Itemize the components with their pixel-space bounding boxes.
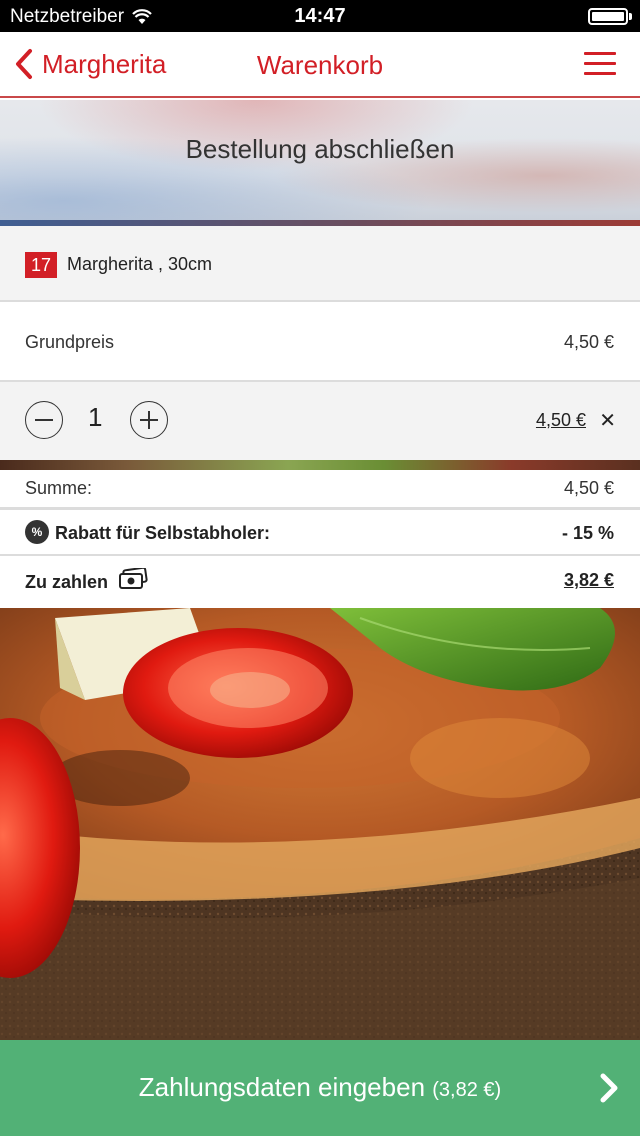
navigation-bar: Margherita Warenkorb [0,32,640,98]
base-price-value: 4,50 € [563,332,614,352]
total-label: Zu zahlen [25,572,109,592]
total-row: Zu zahlen 3,82 € [0,556,640,608]
decorative-strip [0,460,640,470]
battery-icon [588,8,632,25]
discount-row: % Rabatt für Selbstabholer: - 15 % [0,510,640,556]
sum-label: Summe: [25,478,93,498]
money-icon [119,568,148,589]
discount-value: - 15 % [561,523,614,543]
item-name: Margherita , 30cm [67,254,213,274]
base-price-label: Grundpreis [25,332,115,352]
discount-badge-icon: % [25,520,49,544]
status-time: 14:47 [294,5,346,27]
total-value: 3,82 € [563,570,614,590]
increase-quantity-button[interactable] [130,401,168,439]
header-banner: Bestellung abschließen [0,100,640,226]
sum-row: Summe: 4,50 € [0,470,640,510]
cta-amount: (3,82 €) [432,1079,502,1101]
banner-title: Bestellung abschließen [185,134,455,164]
cta-label-group: Zahlungsdaten eingeben (3,82 €) [0,1072,640,1103]
status-bar: Netzbetreiber 14:47 [0,0,640,32]
decrease-quantity-button[interactable] [25,401,63,439]
cta-label: Zahlungsdaten eingeben [138,1072,426,1102]
pizza-image [0,608,640,1040]
remove-item-icon[interactable]: ✕ [599,408,616,433]
discount-label: Rabatt für Selbstabholer: [55,523,271,543]
cart-item-row: 17 Margherita , 30cm [0,226,640,302]
page-title: Warenkorb [256,50,384,80]
base-price-row: Grundpreis 4,50 € [0,302,640,382]
quantity-row: 1 4,50 € ✕ [0,382,640,460]
line-price-link[interactable]: 4,50 € [536,410,586,431]
hamburger-menu-icon[interactable] [584,52,616,76]
pizza-photo [0,608,640,1040]
quantity-value: 1 [88,402,103,432]
sum-value: 4,50 € [563,478,614,498]
item-number-badge: 17 [25,252,58,278]
chevron-right-icon [600,1073,618,1103]
enter-payment-button[interactable]: Zahlungsdaten eingeben (3,82 €) [0,1040,640,1136]
